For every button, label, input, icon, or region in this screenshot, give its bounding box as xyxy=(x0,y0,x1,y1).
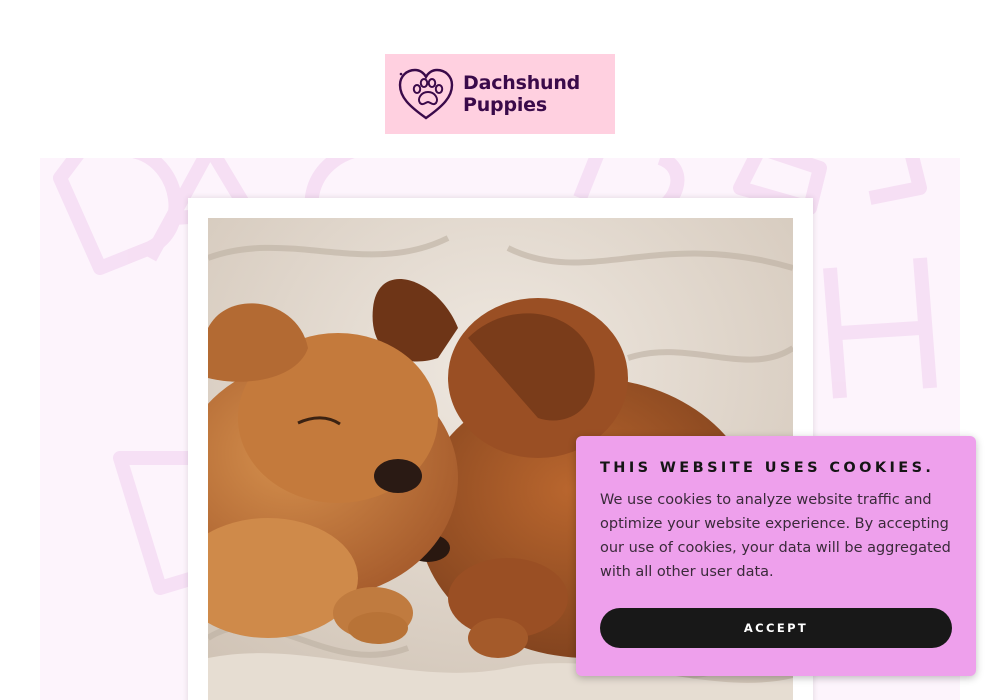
logo-wordmark: Dachshund Puppies xyxy=(463,72,580,116)
cookie-title: THIS WEBSITE USES COOKIES. xyxy=(600,460,935,476)
logo-line-2: Puppies xyxy=(463,94,547,116)
site-logo[interactable]: Dachshund Puppies xyxy=(385,54,615,134)
cookie-message: We use cookies to analyze website traffi… xyxy=(600,492,951,580)
cookie-consent-banner: THIS WEBSITE USES COOKIES. We use cookie… xyxy=(576,436,976,676)
logo-line-1: Dachshund xyxy=(463,72,581,94)
accept-cookies-button[interactable]: ACCEPT xyxy=(600,608,952,648)
heart-paw-icon xyxy=(398,68,454,120)
